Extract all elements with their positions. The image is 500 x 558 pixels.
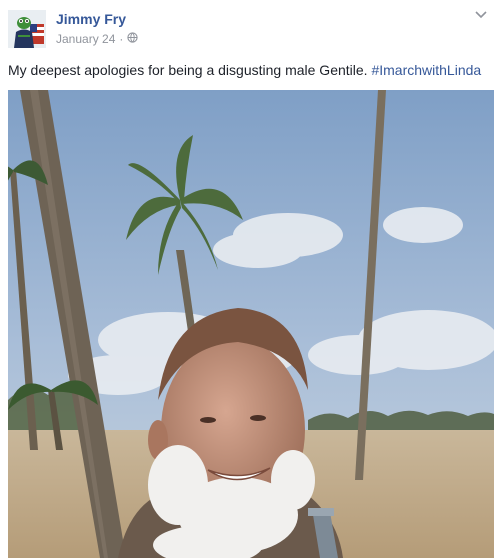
avatar-image [8, 10, 46, 48]
chevron-down-icon[interactable] [472, 8, 490, 22]
post-photo[interactable] [8, 90, 494, 558]
avatar[interactable] [8, 10, 46, 48]
post-date[interactable]: January 24 [56, 32, 115, 46]
post-body: My deepest apologies for being a disgust… [8, 62, 368, 78]
globe-icon[interactable] [127, 32, 139, 46]
hashtag-link[interactable]: #ImarchwithLinda [371, 62, 481, 78]
author-name[interactable]: Jimmy Fry [56, 11, 126, 27]
post-meta: January 24 · [56, 32, 139, 46]
post-text: My deepest apologies for being a disgust… [8, 62, 492, 78]
meta-separator: · [119, 32, 124, 46]
facebook-post: Jimmy Fry January 24 · My deepest apolog… [0, 0, 500, 558]
